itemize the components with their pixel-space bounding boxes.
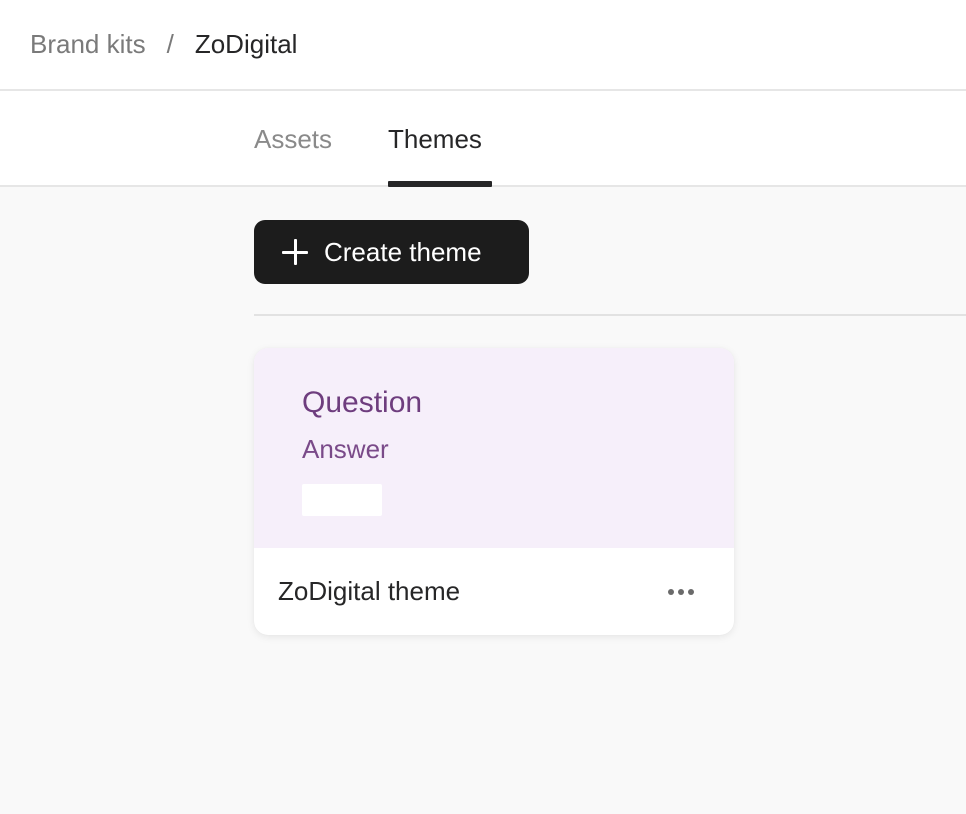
tab-assets[interactable]: Assets — [254, 91, 332, 187]
breadcrumb-brand-kits-link[interactable]: Brand kits — [30, 29, 146, 60]
theme-name: ZoDigital theme — [278, 576, 461, 606]
tab-bar: Assets Themes — [0, 91, 966, 187]
theme-preview: Question Answer — [254, 348, 734, 548]
theme-card-footer: ZoDigital theme — [254, 548, 734, 635]
preview-question-text: Question — [302, 386, 423, 419]
preview-button-swatch — [302, 484, 382, 516]
breadcrumb-current: ZoDigital — [194, 29, 298, 59]
plus-icon — [282, 239, 308, 265]
create-theme-label: Create theme — [324, 236, 482, 267]
breadcrumb-separator: / — [166, 29, 174, 59]
more-horizontal-icon[interactable] — [668, 581, 694, 603]
section-divider — [254, 314, 966, 316]
theme-card[interactable]: Question Answer ZoDigital theme — [254, 348, 734, 635]
active-tab-indicator — [388, 181, 492, 187]
preview-answer-text: Answer — [302, 434, 389, 464]
top-bar: Brand kits / ZoDigital — [0, 0, 966, 91]
tab-themes[interactable]: Themes — [388, 91, 482, 187]
breadcrumb: Brand kits / ZoDigital — [30, 29, 297, 60]
create-theme-button[interactable]: Create theme — [254, 220, 529, 284]
